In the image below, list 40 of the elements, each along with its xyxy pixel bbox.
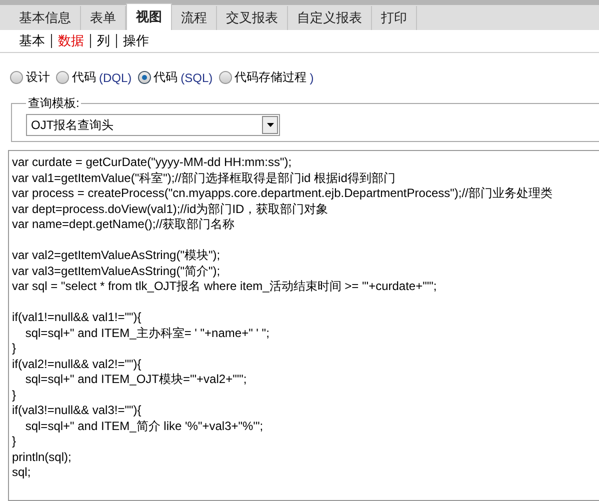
radio-button[interactable]: [138, 71, 151, 84]
subtab[interactable]: 列: [97, 32, 110, 50]
subtab[interactable]: 数据: [58, 32, 84, 50]
code-line: }: [12, 341, 18, 356]
radio-button[interactable]: [10, 71, 23, 84]
subtab[interactable]: 操作: [123, 32, 149, 50]
code-line: var val3=getItemValueAsString("简介");: [12, 264, 222, 279]
mode-radio-option[interactable]: 代码 (SQL): [138, 69, 213, 86]
code-line: if(val2!=null&& val2!=""){: [12, 356, 142, 372]
code-editor[interactable]: [8, 150, 599, 501]
code-line: if(val3!=null&& val3!=""){: [12, 403, 142, 418]
radio-button[interactable]: [56, 71, 69, 84]
code-line: if(val1!=null&& val1!=""){: [12, 310, 142, 326]
code-line: var name=dept.getName();//获取部门名称: [12, 217, 236, 232]
mode-radio-option[interactable]: 设计: [10, 69, 50, 86]
code-line: }: [12, 388, 18, 403]
tab[interactable]: 视图: [126, 3, 172, 30]
tab[interactable]: 打印: [372, 6, 417, 30]
radio-button[interactable]: [218, 71, 232, 84]
code-line: var val2=getItemValueAsString("模块");: [12, 248, 222, 264]
code-line: println(sql);: [12, 450, 72, 465]
code-line: sql=sql+" and ITEM_OJT模块='"+val2+"'";: [24, 372, 248, 388]
tab[interactable]: 交叉报表: [217, 6, 288, 30]
tab[interactable]: 自定义报表: [288, 6, 372, 30]
code-line: sql=sql+" and ITEM_主办科室= ' "+name+" ' ";: [24, 326, 270, 341]
template-select[interactable]: OJT报名查询头: [26, 114, 280, 136]
tab[interactable]: 基本信息: [10, 6, 81, 30]
code-line: var sql = "select * from tlk_OJT报名 where item_活动结束时间 >= '"+curdate+"'";: [12, 279, 438, 294]
code-line: var curdate = getCurDate("yyyy-MM-dd HH:mm:ss");: [12, 155, 293, 170]
code-line: var val1=getItemValue("科室");//部门选择框取得是部门id 根据id得到部门: [12, 170, 396, 186]
group-legend: 查询模板:: [26, 95, 82, 112]
subtab[interactable]: 基本: [19, 32, 45, 50]
code-line: var dept=process.doView(val1);//id为部门ID，获取部门对象: [12, 202, 330, 217]
code-line: sql;: [12, 465, 32, 480]
mode-radio-option[interactable]: 代码存储过程 ): [218, 69, 314, 86]
code-line: }: [12, 434, 18, 450]
code-line: var process = createProcess("cn.myapps.core.department.ejb.DepartmentProcess");//部门业务处理类: [12, 186, 554, 202]
tab[interactable]: 流程: [172, 6, 217, 30]
code-line: sql=sql+" and ITEM_简介 like '%"+val3+"%'";: [24, 418, 264, 434]
mode-radio-option[interactable]: 代码 (DQL): [56, 69, 132, 86]
